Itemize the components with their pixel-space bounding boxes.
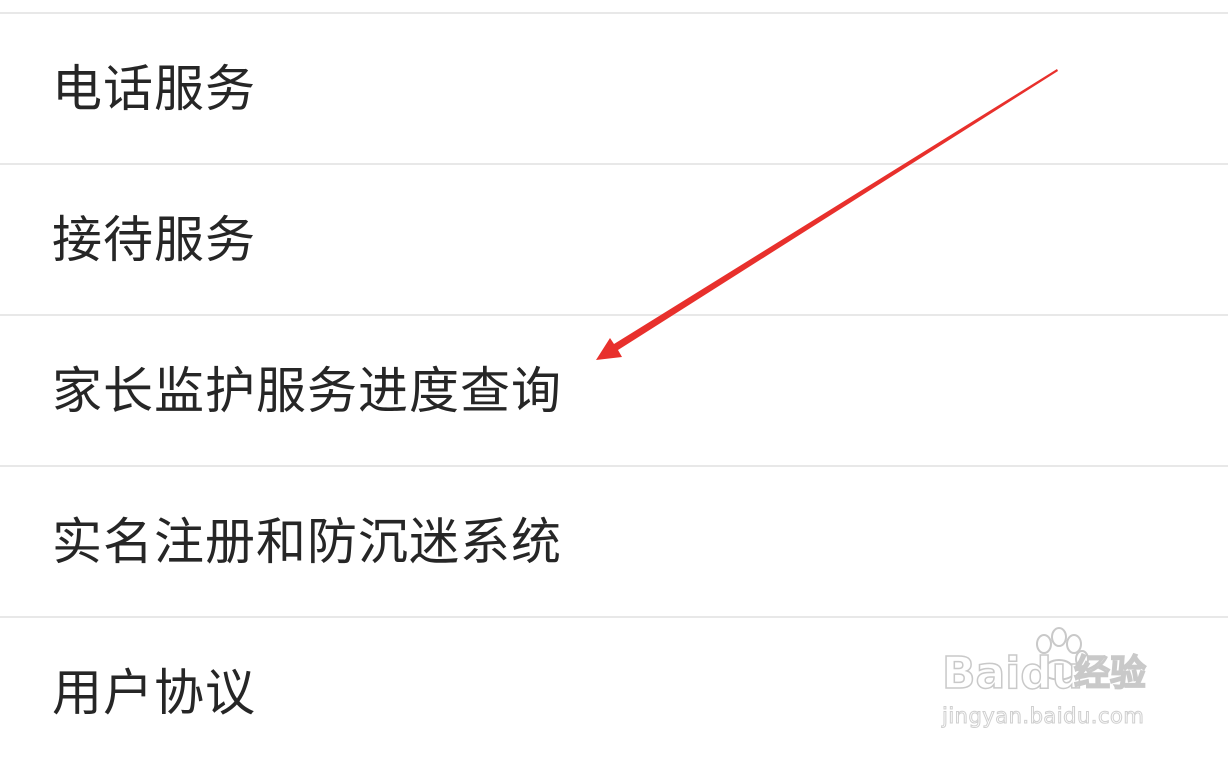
- settings-menu-list: 电话服务 接待服务 家长监护服务进度查询 实名注册和防沉迷系统 用户协议: [0, 0, 1228, 759]
- divider: [0, 163, 1228, 165]
- menu-item-parental-guardianship-progress[interactable]: 家长监护服务进度查询: [0, 317, 1228, 465]
- divider: [0, 314, 1228, 316]
- divider: [0, 616, 1228, 618]
- menu-item-reception-service[interactable]: 接待服务: [0, 166, 1228, 314]
- divider: [0, 12, 1228, 14]
- divider: [0, 465, 1228, 467]
- menu-item-user-agreement[interactable]: 用户协议: [0, 619, 1228, 767]
- menu-item-phone-service[interactable]: 电话服务: [0, 15, 1228, 163]
- menu-item-label: 接待服务: [52, 211, 256, 269]
- menu-item-label: 电话服务: [52, 60, 256, 118]
- menu-item-real-name-anti-addiction[interactable]: 实名注册和防沉迷系统: [0, 468, 1228, 616]
- menu-item-label: 实名注册和防沉迷系统: [52, 513, 562, 571]
- menu-item-label: 家长监护服务进度查询: [52, 362, 562, 420]
- menu-item-label: 用户协议: [52, 664, 256, 722]
